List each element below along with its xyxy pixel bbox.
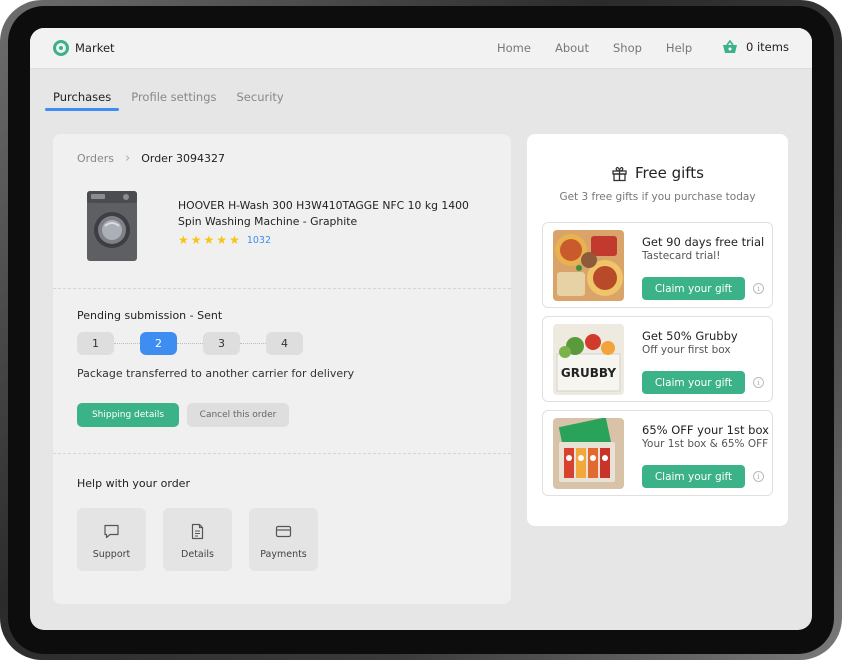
claim-gift-button[interactable]: Claim your gift: [642, 371, 745, 394]
claim-gift-button[interactable]: Claim your gift: [642, 465, 745, 488]
product-title[interactable]: HOOVER H-Wash 300 H3W410TAGGE NFC 10 kg …: [178, 198, 478, 230]
star-icon: ★: [203, 233, 215, 247]
star-icon: ★: [229, 233, 240, 247]
tab-security[interactable]: Security: [237, 90, 284, 111]
status-title: Pending submission - Sent: [77, 309, 223, 322]
step-3[interactable]: 3: [203, 332, 240, 355]
cancel-order-button[interactable]: Cancel this order: [187, 403, 289, 427]
gift-icon: [612, 166, 627, 181]
details-card[interactable]: Details: [163, 508, 232, 571]
step-connector: [114, 343, 140, 344]
washing-machine-image: [87, 191, 137, 261]
step-1[interactable]: 1: [77, 332, 114, 355]
divider: [53, 288, 511, 289]
gifts-header: Free gifts: [527, 164, 788, 182]
gift-title: 65% OFF your 1st box: [642, 423, 769, 437]
info-icon[interactable]: i: [753, 283, 764, 294]
support-label: Support: [92, 549, 131, 560]
nav-home[interactable]: Home: [497, 41, 531, 55]
star-icon: ★: [190, 233, 202, 247]
app-screen: Market Home About Shop Help 0 items Purc…: [30, 28, 812, 630]
main-nav: Home About Shop Help: [497, 41, 716, 55]
step-connector: [177, 343, 203, 344]
breadcrumb-orders-link[interactable]: Orders: [77, 152, 114, 165]
info-icon[interactable]: i: [753, 471, 764, 482]
gift-subtitle: Tastecard trial!: [642, 250, 721, 262]
step-4[interactable]: 4: [266, 332, 303, 355]
order-panel: Orders › Order 3094327 HOOVER H-Wash 300…: [53, 134, 511, 604]
progress-stepper: 1 2 3 4: [77, 332, 303, 355]
gift-subtitle: Your 1st box & 65% OFF: [642, 438, 769, 450]
gift-subtitle: Off your first box: [642, 344, 731, 356]
product-rating: ★ ★ ★ ★ ★ 1032: [178, 234, 271, 246]
step-connector: [240, 343, 266, 344]
simply-cook-box-image: [553, 418, 624, 489]
review-count-link[interactable]: 1032: [247, 235, 271, 246]
gift-title: Get 50% Grubby: [642, 329, 738, 343]
details-label: Details: [181, 549, 214, 560]
gift-card: 65% OFF your 1st box Your 1st box & 65% …: [542, 410, 773, 496]
star-icon: ★: [178, 233, 189, 247]
free-gifts-panel: Free gifts Get 3 free gifts if you purch…: [527, 134, 788, 526]
help-title: Help with your order: [77, 477, 190, 490]
card-icon: [275, 525, 292, 538]
svg-text:GRUBBY: GRUBBY: [561, 366, 616, 380]
account-tabs: Purchases Profile settings Security: [44, 90, 304, 111]
brand-logo[interactable]: Market: [53, 40, 115, 56]
nav-about[interactable]: About: [555, 41, 589, 55]
claim-gift-button[interactable]: Claim your gift: [642, 277, 745, 300]
gifts-subtitle: Get 3 free gifts if you purchase today: [559, 191, 756, 203]
tab-purchases[interactable]: Purchases: [44, 90, 120, 111]
star-icon: ★: [216, 233, 228, 247]
support-card[interactable]: Support: [77, 508, 146, 571]
brand-name: Market: [75, 41, 115, 55]
logo-icon: [53, 40, 69, 56]
shipping-details-button[interactable]: Shipping details: [77, 403, 179, 427]
cart-button[interactable]: 0 items: [722, 40, 789, 54]
gifts-title: Free gifts: [634, 164, 704, 182]
breadcrumb-current: Order 3094327: [141, 152, 225, 165]
nav-help[interactable]: Help: [666, 41, 692, 55]
tab-profile-settings[interactable]: Profile settings: [131, 90, 216, 111]
basket-icon: [723, 40, 737, 53]
payments-label: Payments: [260, 549, 307, 560]
breadcrumb: Orders › Order 3094327: [77, 151, 225, 166]
payments-card[interactable]: Payments: [249, 508, 318, 571]
status-message: Package transferred to another carrier f…: [77, 367, 355, 380]
gift-title: Get 90 days free trial: [642, 235, 765, 249]
chat-icon: [104, 524, 119, 539]
divider: [53, 453, 511, 454]
chevron-right-icon: ›: [125, 151, 131, 166]
step-2[interactable]: 2: [140, 332, 177, 355]
nav-shop[interactable]: Shop: [613, 41, 642, 55]
grubby-box-image: GRUBBY: [553, 324, 624, 395]
gift-card: GRUBBY Get 50% Grubby Off your first box…: [542, 316, 773, 402]
gift-card: Get 90 days free trial Tastecard trial! …: [542, 222, 773, 308]
document-icon: [191, 523, 204, 540]
top-navbar: Market Home About Shop Help 0 items: [30, 28, 812, 69]
tastecard-food-image: [553, 230, 624, 301]
info-icon[interactable]: i: [753, 377, 764, 388]
cart-count: 0 items: [746, 40, 789, 54]
help-options: Support Details Payments: [77, 508, 318, 571]
